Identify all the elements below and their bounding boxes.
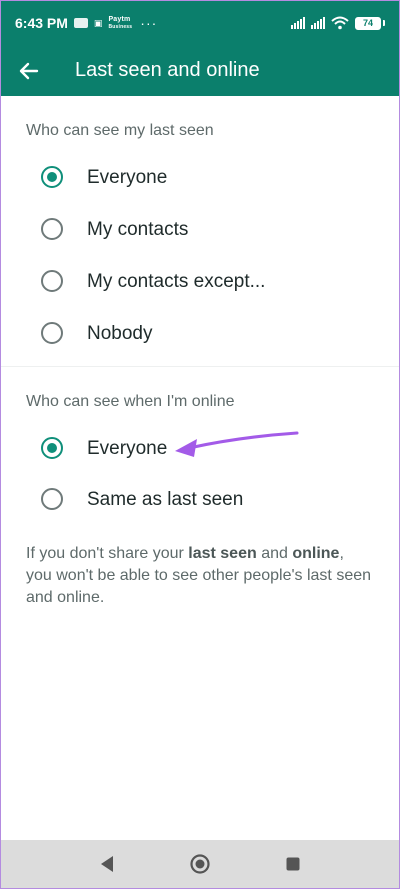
- radio-selected-icon[interactable]: [41, 166, 63, 188]
- section-divider: [1, 366, 399, 367]
- header: 6:43 PM ▣ Paytm Business ··· 74 Last see…: [1, 1, 399, 96]
- last-seen-option-everyone[interactable]: Everyone: [1, 157, 399, 197]
- last-seen-option-my-contacts-except[interactable]: My contacts except...: [1, 261, 399, 301]
- back-button[interactable]: [1, 45, 57, 96]
- app-bar: Last seen and online: [1, 45, 399, 96]
- paytm-icon: Paytm Business: [108, 15, 133, 30]
- option-label: Nobody: [87, 323, 153, 344]
- annotation-arrow-icon: [175, 431, 299, 457]
- option-label: Everyone: [87, 438, 168, 459]
- nav-home-button[interactable]: [180, 844, 220, 884]
- status-left: 6:43 PM ▣ Paytm Business ···: [15, 15, 157, 31]
- nav-back-button[interactable]: [87, 844, 127, 884]
- status-right: 74: [291, 16, 385, 30]
- status-bar: 6:43 PM ▣ Paytm Business ··· 74: [1, 1, 399, 45]
- online-section-title: Who can see when I'm online: [26, 393, 235, 410]
- nav-recents-button[interactable]: [273, 844, 313, 884]
- radio-selected-icon[interactable]: [41, 437, 63, 459]
- bold-last-seen: last seen: [188, 545, 257, 562]
- option-label: Same as last seen: [87, 489, 244, 510]
- signal-icon-2: [311, 17, 325, 29]
- option-label: My contacts: [87, 219, 189, 240]
- page-title: Last seen and online: [75, 59, 260, 81]
- privacy-info-text: If you don't share your last seen and on…: [26, 545, 372, 606]
- last-seen-option-my-contacts[interactable]: My contacts: [1, 209, 399, 249]
- battery-tip: [383, 20, 385, 26]
- more-notifications-icon: ···: [140, 15, 158, 31]
- battery-level: 74: [362, 18, 373, 28]
- radio-unselected-icon[interactable]: [41, 322, 63, 344]
- data-icon: ▣: [93, 17, 103, 28]
- circle-home-icon: [190, 854, 210, 874]
- wifi-icon: [331, 16, 349, 30]
- triangle-back-icon: [101, 856, 114, 872]
- bold-online: online: [292, 545, 340, 562]
- square-recents-icon: [286, 857, 300, 871]
- option-label: My contacts except...: [87, 271, 266, 292]
- battery-icon: 74: [355, 16, 381, 30]
- radio-unselected-icon[interactable]: [41, 488, 63, 510]
- status-time: 6:43 PM: [15, 15, 68, 31]
- last-seen-option-nobody[interactable]: Nobody: [1, 313, 399, 353]
- online-option-same-as-last-seen[interactable]: Same as last seen: [1, 479, 399, 519]
- option-label: Everyone: [87, 167, 168, 188]
- notification-icon: [73, 18, 88, 28]
- signal-icon: [291, 17, 305, 29]
- screen: 6:43 PM ▣ Paytm Business ··· 74 Last see…: [0, 0, 400, 889]
- arrow-left-icon: [19, 62, 39, 79]
- system-nav-bar: [1, 840, 399, 888]
- radio-unselected-icon[interactable]: [41, 270, 63, 292]
- last-seen-section-title: Who can see my last seen: [26, 122, 214, 139]
- radio-unselected-icon[interactable]: [41, 218, 63, 240]
